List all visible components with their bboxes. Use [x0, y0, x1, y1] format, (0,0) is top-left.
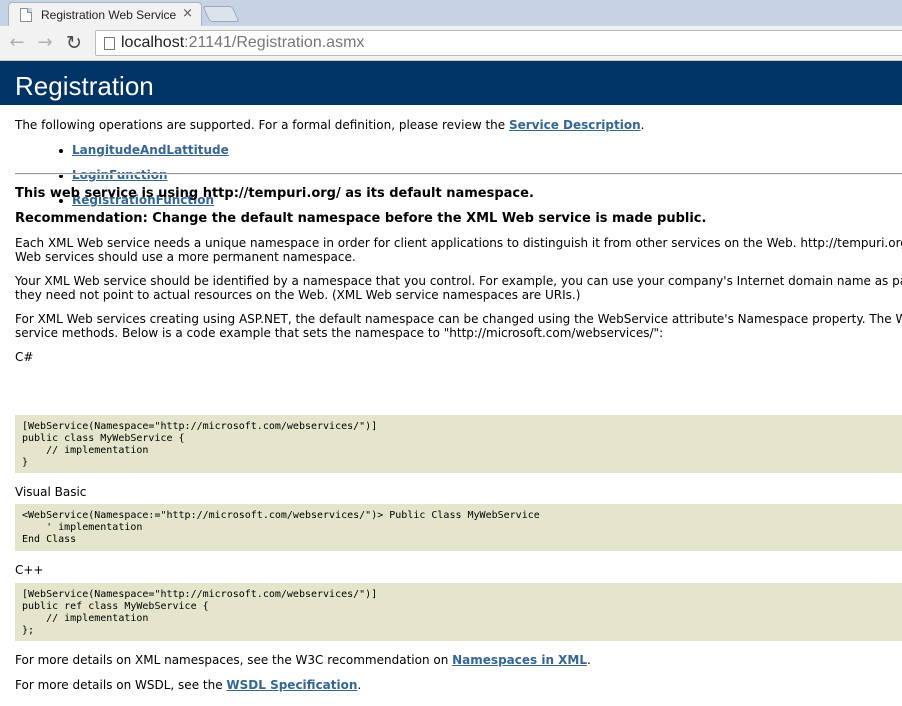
- page-title: Registration: [15, 71, 154, 101]
- paragraph-line: For XML Web services creating using ASP.…: [15, 312, 902, 326]
- xml-ns-end: .: [587, 653, 591, 667]
- intro-text: The following operations are supported. …: [15, 118, 644, 132]
- recommendation-heading: Recommendation: Change the default names…: [15, 211, 707, 226]
- xml-namespaces-text: For more details on XML namespaces, see …: [15, 653, 591, 667]
- divider: [15, 173, 902, 175]
- intro-end: .: [640, 118, 645, 132]
- url-text[interactable]: localhost:21141/Registration.asmx: [121, 34, 364, 52]
- paragraph-line: Each XML Web service needs a unique name…: [15, 236, 902, 250]
- operations-list: LangitudeAndLattitude LoginFunction Regi…: [59, 143, 229, 218]
- cpp-label: C++: [15, 563, 44, 577]
- new-tab-button[interactable]: [202, 6, 240, 22]
- page-header: Registration: [0, 61, 902, 105]
- namespaces-in-xml-link[interactable]: Namespaces in XML: [452, 653, 587, 667]
- paragraph-line: they need not point to actual resources …: [15, 288, 581, 302]
- operation-link-login[interactable]: LoginFunction: [72, 168, 168, 182]
- url-host: localhost: [121, 34, 185, 51]
- paragraph-line: service methods. Below is a code example…: [15, 326, 664, 340]
- browser-tab[interactable]: Registration Web Service ×: [8, 2, 202, 26]
- page-icon: [104, 37, 115, 50]
- url-path: :21141/Registration.asmx: [184, 34, 365, 51]
- tab-close-icon[interactable]: ×: [182, 6, 193, 21]
- tab-title: Registration Web Service: [41, 8, 177, 22]
- wsdl-label: For more details on WSDL, see the: [15, 678, 227, 692]
- vb-code-block: <WebService(Namespace:="http://microsoft…: [15, 504, 902, 551]
- namespace-notice: This web service is using http://tempuri…: [15, 186, 534, 201]
- paragraph-line: Web services should use a more permanent…: [15, 250, 356, 264]
- operation-link-langitude[interactable]: LangitudeAndLattitude: [72, 143, 229, 157]
- wsdl-specification-link[interactable]: WSDL Specification: [226, 678, 357, 692]
- cpp-code-block: [WebService(Namespace="http://microsoft.…: [15, 583, 902, 641]
- tab-strip: Registration Web Service ×: [0, 0, 902, 26]
- list-item: LangitudeAndLattitude: [59, 143, 229, 168]
- service-description-link[interactable]: Service Description: [509, 118, 641, 132]
- wsdl-text: For more details on WSDL, see the WSDL S…: [15, 678, 361, 692]
- forward-arrow-icon[interactable]: →: [35, 33, 55, 53]
- csharp-label: C#: [15, 350, 34, 364]
- intro-label: The following operations are supported. …: [15, 118, 509, 132]
- page-favicon-icon: [20, 8, 32, 22]
- xml-ns-label: For more details on XML namespaces, see …: [15, 653, 453, 667]
- csharp-code-block: [WebService(Namespace="http://microsoft.…: [15, 415, 902, 473]
- page-content: Registration The following operations ar…: [0, 61, 902, 706]
- paragraph-line: Your XML Web service should be identifie…: [15, 274, 902, 288]
- address-bar[interactable]: localhost:21141/Registration.asmx: [95, 30, 902, 56]
- reload-icon[interactable]: ↻: [64, 33, 84, 53]
- vb-label: Visual Basic: [15, 485, 87, 499]
- back-arrow-icon[interactable]: ←: [7, 33, 27, 53]
- browser-toolbar: ← → ↻ localhost:21141/Registration.asmx: [0, 26, 902, 61]
- wsdl-end: .: [357, 678, 362, 692]
